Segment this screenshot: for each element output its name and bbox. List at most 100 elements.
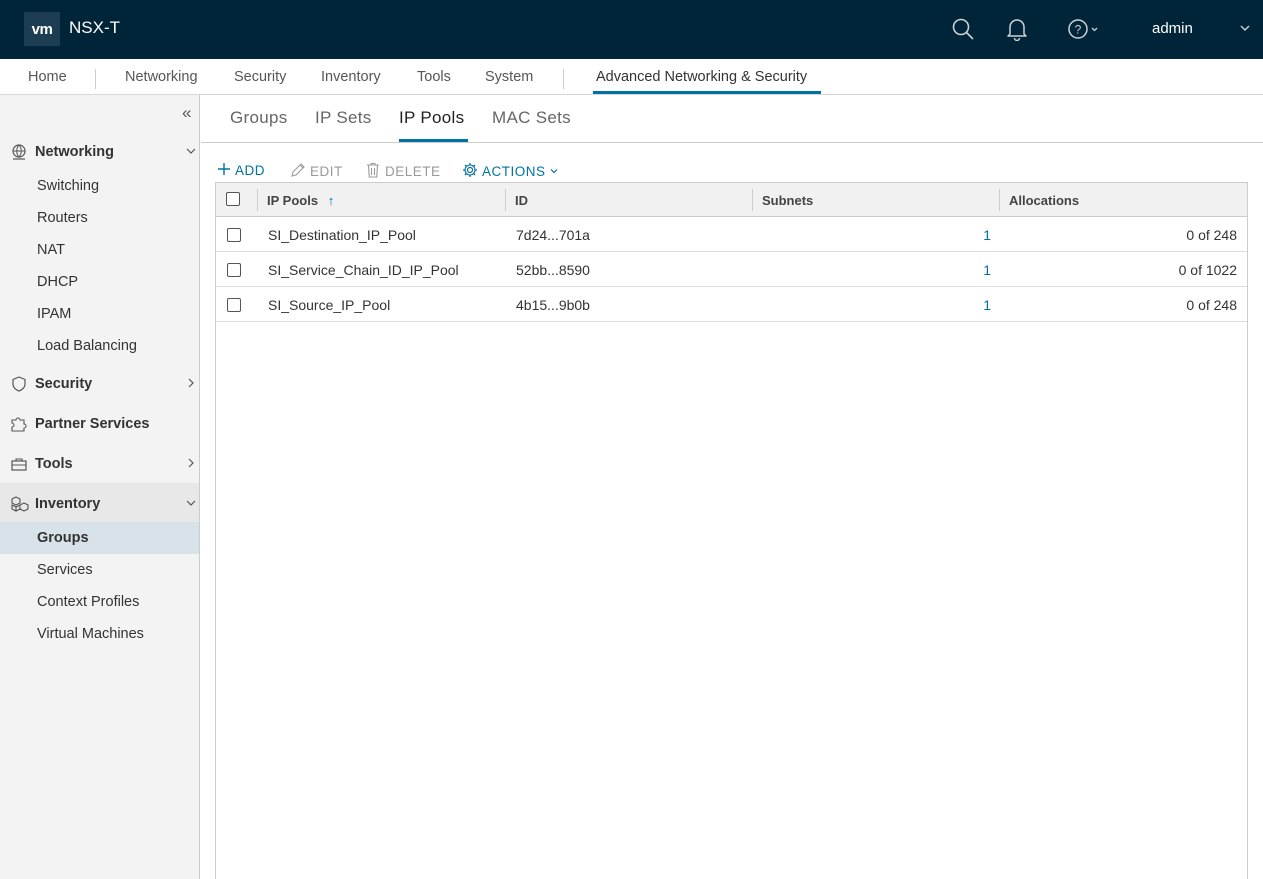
column-divider [257, 189, 258, 211]
gear-icon [462, 162, 478, 181]
table-header: IP Pools ↑ ID Subnets Allocations [216, 183, 1247, 217]
pool-name: SI_Destination_IP_Pool [268, 227, 416, 243]
allocations-value: 0 of 248 [1186, 227, 1237, 243]
sidebar-section-partner-services[interactable]: Partner Services [0, 407, 199, 441]
blocks-icon [10, 496, 29, 512]
sidebar-section-inventory[interactable]: Inventory [0, 487, 199, 521]
shield-icon [10, 376, 28, 392]
chevron-down-icon [550, 164, 558, 179]
nav-security[interactable]: Security [234, 69, 286, 85]
nav-home[interactable]: Home [28, 69, 67, 85]
chevron-down-icon[interactable] [1239, 20, 1251, 39]
sidebar-selected-bg [0, 522, 199, 554]
nav-networking[interactable]: Networking [125, 69, 198, 85]
sort-ascending-icon[interactable]: ↑ [328, 193, 335, 208]
sidebar-section-tools[interactable]: Tools [0, 447, 199, 481]
puzzle-icon [10, 416, 28, 432]
sidebar-section-label: Inventory [35, 496, 101, 512]
app-title: NSX-T [69, 18, 120, 37]
add-label: ADD [235, 163, 266, 178]
toolbox-icon [10, 456, 28, 472]
chevron-down-icon [186, 496, 196, 510]
nav-inventory[interactable]: Inventory [321, 69, 381, 85]
tab-mac-sets[interactable]: MAC Sets [492, 108, 571, 128]
sidebar-item-switching[interactable]: Switching [37, 178, 99, 194]
allocations-value: 0 of 248 [1186, 297, 1237, 313]
sidebar-item-load-balancing[interactable]: Load Balancing [37, 338, 137, 354]
table-row[interactable]: SI_Source_IP_Pool 4b15...9b0b 1 0 of 248 [216, 287, 1247, 322]
collapse-sidebar-icon[interactable]: « [182, 103, 191, 123]
delete-label: DELETE [385, 164, 441, 179]
table-row[interactable]: SI_Service_Chain_ID_IP_Pool 52bb...8590 … [216, 252, 1247, 287]
sidebar: « Networking Switching Routers NAT DHCP … [0, 95, 200, 879]
nav-system[interactable]: System [485, 69, 533, 85]
search-icon[interactable] [951, 17, 975, 41]
pool-name: SI_Service_Chain_ID_IP_Pool [268, 262, 459, 278]
sidebar-item-dhcp[interactable]: DHCP [37, 274, 78, 290]
nav-tools[interactable]: Tools [417, 69, 451, 85]
sidebar-section-security[interactable]: Security [0, 367, 199, 401]
pool-id: 7d24...701a [516, 227, 590, 243]
row-checkbox[interactable] [227, 263, 241, 277]
nav-active-indicator [593, 91, 821, 94]
sidebar-item-ipam[interactable]: IPAM [37, 306, 71, 322]
sidebar-section-label: Security [35, 376, 93, 392]
sidebar-section-networking[interactable]: Networking [0, 135, 199, 169]
delete-button[interactable]: DELETE [365, 162, 441, 181]
column-header-subnets[interactable]: Subnets [762, 193, 813, 208]
user-menu[interactable]: admin [1152, 20, 1193, 37]
main-nav: Home Networking Security Inventory Tools… [0, 59, 1263, 95]
sidebar-section-label: Tools [35, 456, 73, 472]
subnets-count-link[interactable]: 1 [956, 297, 991, 313]
column-divider [752, 189, 753, 211]
actions-label: ACTIONS [482, 164, 546, 179]
chevron-right-icon [186, 376, 196, 390]
chevron-right-icon [186, 456, 196, 470]
sidebar-item-services[interactable]: Services [37, 562, 93, 578]
sidebar-item-context-profiles[interactable]: Context Profiles [37, 594, 139, 610]
subnets-count-link[interactable]: 1 [956, 227, 991, 243]
pool-name: SI_Source_IP_Pool [268, 297, 391, 313]
table-row[interactable]: SI_Destination_IP_Pool 7d24...701a 1 0 o… [216, 217, 1247, 252]
vmware-logo: vm [24, 12, 60, 46]
column-divider [505, 189, 506, 211]
column-divider [999, 189, 1000, 211]
top-header: vm NSX-T ? admin [0, 0, 1263, 59]
ip-pools-table: IP Pools ↑ ID Subnets Allocations SI_Des… [215, 182, 1248, 879]
tab-ip-pools[interactable]: IP Pools [399, 108, 464, 128]
tab-ip-sets[interactable]: IP Sets [315, 108, 372, 128]
tab-groups[interactable]: Groups [230, 108, 288, 128]
pool-id: 4b15...9b0b [516, 297, 590, 313]
column-header-ip-pools[interactable]: IP Pools ↑ [267, 193, 334, 208]
pool-id: 52bb...8590 [516, 262, 590, 278]
svg-text:?: ? [1075, 23, 1082, 37]
edit-button[interactable]: EDIT [290, 162, 343, 181]
edit-label: EDIT [310, 164, 343, 179]
nav-divider [563, 69, 564, 89]
plus-icon [217, 162, 231, 179]
sidebar-item-nat[interactable]: NAT [37, 242, 65, 258]
sidebar-section-label: Partner Services [35, 416, 150, 432]
select-all-checkbox[interactable] [226, 192, 240, 206]
column-header-label: IP Pools [267, 193, 319, 208]
sidebar-item-routers[interactable]: Routers [37, 210, 88, 226]
column-header-id[interactable]: ID [515, 193, 528, 208]
sidebar-section-label: Networking [35, 144, 114, 160]
add-button[interactable]: ADD [217, 162, 265, 179]
help-icon[interactable]: ? [1067, 17, 1101, 41]
bell-icon[interactable] [1006, 17, 1028, 41]
nav-advanced-networking-security[interactable]: Advanced Networking & Security [596, 69, 807, 85]
sidebar-item-groups[interactable]: Groups [37, 530, 89, 546]
tab-divider [201, 142, 1263, 143]
nav-divider [95, 69, 96, 89]
subnets-count-link[interactable]: 1 [956, 262, 991, 278]
row-checkbox[interactable] [227, 228, 241, 242]
networking-icon [10, 144, 28, 160]
pencil-icon [290, 162, 306, 181]
trash-icon [365, 162, 381, 181]
sidebar-item-virtual-machines[interactable]: Virtual Machines [37, 626, 144, 642]
actions-menu-button[interactable]: ACTIONS [462, 162, 558, 181]
column-header-allocations[interactable]: Allocations [1009, 193, 1079, 208]
row-checkbox[interactable] [227, 298, 241, 312]
chevron-down-icon [186, 144, 196, 158]
